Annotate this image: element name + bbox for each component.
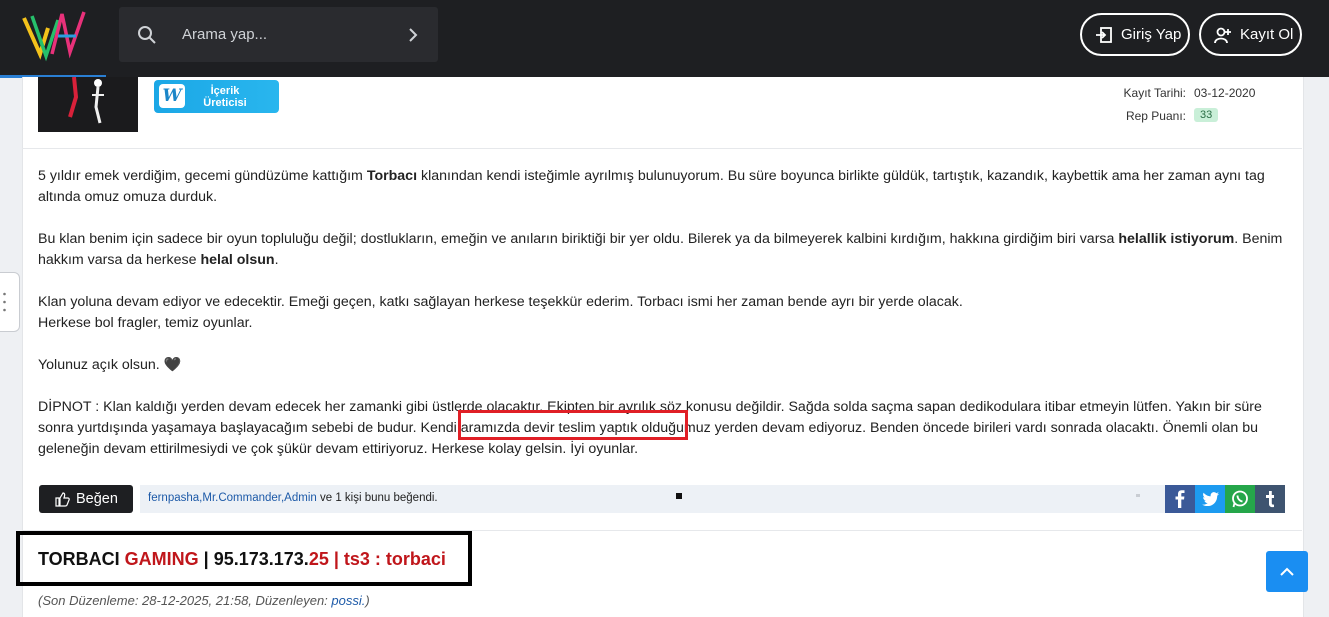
twitter-icon [1201,492,1219,506]
badge-logo: W [159,84,185,108]
top-navbar: Arama yap... Giriş Yap Kayıt Ol [0,0,1329,78]
rep-label: Rep Puanı: [1125,109,1186,123]
register-label: Kayıt Ol [1240,26,1294,43]
post-paragraph: Bu klan benim için sadece bir oyun toplu… [38,229,1288,271]
text-run: . [274,252,279,268]
search-box[interactable]: Arama yap... [119,7,438,62]
share-whatsapp-button[interactable] [1225,485,1255,513]
side-panel-toggle[interactable] [0,272,20,332]
edit-note-prefix: (Son Düzenleme: 28-12-2025, 21:58, Düzen… [38,593,332,608]
register-date-value: 03-12-2020 [1194,86,1256,100]
bold-text: helallik istiyorum [1118,231,1235,247]
highlight-annotation [458,410,688,440]
register-date-label: Kayıt Tarihi: [1123,86,1186,100]
divider [22,148,1302,149]
badge-label-line2: Üreticisi [203,97,247,109]
content-creator-badge: W İçerik Üreticisi [154,80,279,113]
login-label: Giriş Yap [1121,26,1182,43]
text-run: Klan yoluna devam ediyor ve edecektir. E… [38,294,963,310]
tumblr-icon [1266,490,1274,507]
likers-suffix: ve 1 kişi bunu beğendi. [316,492,438,504]
post-paragraph: 5 yıldır emek verdiğim, gecemi gündüzüme… [38,166,1288,208]
post-paragraph: Yolunuz açık olsun. 🖤 [38,357,182,373]
signature-text: | 95.173.173. [198,549,309,569]
liker-link[interactable]: fernpasha [148,492,199,504]
text-run: Herkese bol fragler, temiz oyunlar. [38,315,253,331]
like-label: Beğen [76,491,118,507]
text-run: Bu klan benim için sadece bir oyun toplu… [38,231,1119,247]
login-button[interactable]: Giriş Yap [1080,13,1190,56]
register-button[interactable]: Kayıt Ol [1199,13,1302,56]
share-facebook-button[interactable] [1165,485,1195,513]
thumbs-up-icon [55,491,70,507]
login-icon [1096,26,1112,43]
signature: TORBACI GAMING | 95.173.173.25 | ts3 : t… [38,549,446,570]
share-tumblr-button[interactable] [1255,485,1285,513]
marker [1136,494,1140,497]
whatsapp-icon [1232,490,1248,508]
chevron-up-icon [1280,567,1294,576]
editor-link[interactable]: possi. [331,593,365,608]
signature-text-red: 25 | ts3 : torbaci [308,549,446,569]
site-logo[interactable] [18,6,90,68]
drag-handle-icon [3,292,6,312]
likers-text: fernpasha,Mr.Commander,Admin ve 1 kişi b… [148,492,438,504]
share-twitter-button[interactable] [1195,485,1225,513]
edit-note: (Son Düzenleme: 28-12-2025, 21:58, Düzen… [38,593,370,608]
search-input[interactable]: Arama yap... [182,26,267,43]
liker-link[interactable]: Mr.Commander [202,492,281,504]
edit-note-suffix: ) [365,593,370,608]
facebook-icon [1175,490,1185,508]
liker-link[interactable]: Admin [284,492,317,504]
chevron-right-icon[interactable] [404,25,422,45]
bold-text: Torbacı [366,168,418,184]
badge-label: İçerik Üreticisi [192,85,258,109]
badge-label-line1: İçerik [210,85,240,97]
post-paragraph: Klan yoluna devam ediyor ve edecektir. E… [38,292,1288,334]
add-user-icon [1214,27,1231,43]
like-button[interactable]: Beğen [39,485,133,513]
signature-text: TORBACI [38,549,125,569]
cursor-marker [676,493,682,499]
rep-badge: 33 [1194,108,1219,122]
avatar-figure [68,77,104,124]
text-run: 5 yıldır emek verdiğim, gecemi gündüzüme… [38,168,367,184]
bold-text: helal olsun [200,252,275,268]
scroll-to-top-button[interactable] [1266,551,1308,592]
search-icon [138,26,156,44]
avatar[interactable] [38,77,138,132]
signature-text-red: GAMING [124,549,199,569]
